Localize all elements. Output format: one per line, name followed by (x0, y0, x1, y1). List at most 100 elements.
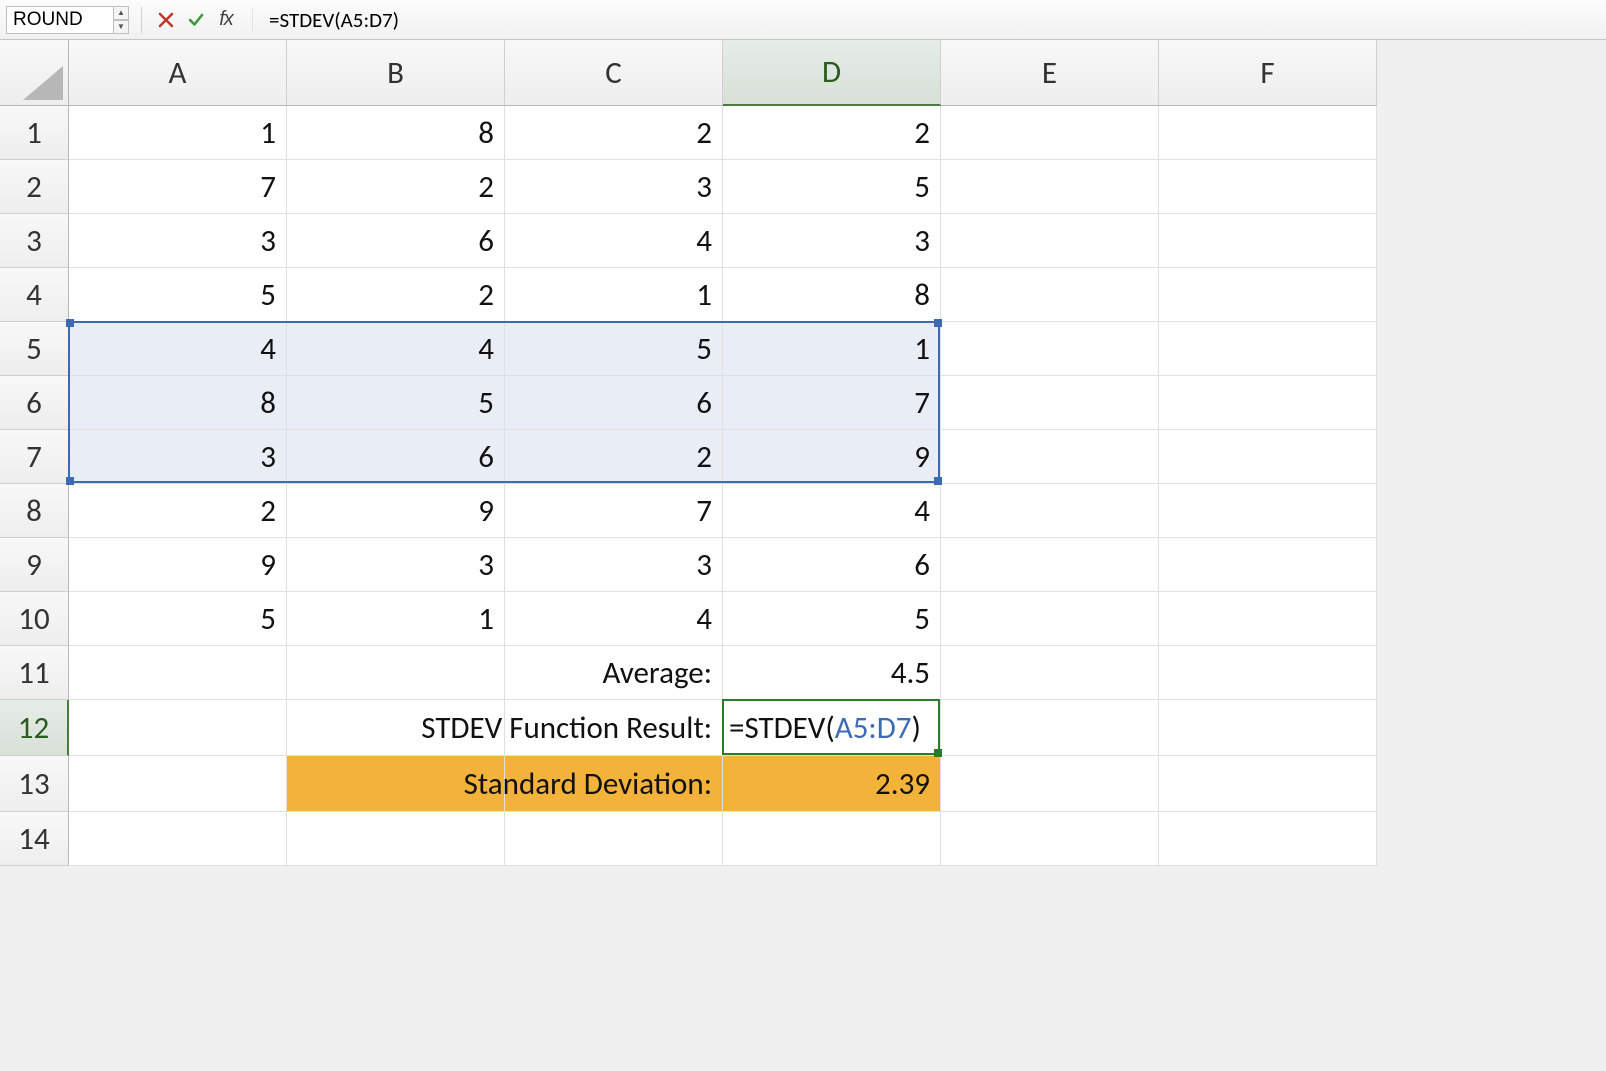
cell-D2[interactable]: 5 (723, 160, 941, 214)
cell-A8[interactable]: 2 (69, 484, 287, 538)
cell-F8[interactable] (1159, 484, 1377, 538)
cell-C3[interactable]: 4 (505, 214, 723, 268)
row-header-9[interactable]: 9 (0, 538, 69, 592)
cell-D4[interactable]: 8 (723, 268, 941, 322)
cell-E11[interactable] (941, 646, 1159, 700)
row-header-7[interactable]: 7 (0, 430, 69, 484)
cell-C11[interactable]: Average: (505, 646, 723, 700)
cell-E4[interactable] (941, 268, 1159, 322)
cell-E14[interactable] (941, 812, 1159, 866)
name-box-up-icon[interactable]: ▲ (113, 6, 129, 20)
cell-D8[interactable]: 4 (723, 484, 941, 538)
cell-C8[interactable]: 7 (505, 484, 723, 538)
cell-A13[interactable] (69, 756, 287, 812)
cell-D7[interactable]: 9 (723, 430, 941, 484)
row-header-11[interactable]: 11 (0, 646, 69, 700)
cell-A14[interactable] (69, 812, 287, 866)
cell-F10[interactable] (1159, 592, 1377, 646)
cell-E3[interactable] (941, 214, 1159, 268)
cell-A12[interactable] (69, 700, 287, 756)
cell-B12[interactable] (287, 700, 505, 756)
cell-grid[interactable]: 1822723536435218445185673629297493365145… (69, 106, 1377, 866)
cell-B3[interactable]: 6 (287, 214, 505, 268)
cell-C12[interactable]: STDEV Function Result: (505, 700, 723, 756)
cell-A10[interactable]: 5 (69, 592, 287, 646)
cell-E13[interactable] (941, 756, 1159, 812)
cell-C5[interactable]: 5 (505, 322, 723, 376)
cancel-button[interactable] (154, 8, 178, 32)
cell-C1[interactable]: 2 (505, 106, 723, 160)
cell-F12[interactable] (1159, 700, 1377, 756)
cell-C13[interactable]: Standard Deviation: (505, 756, 723, 812)
column-header-E[interactable]: E (941, 40, 1159, 106)
name-box[interactable] (6, 6, 114, 34)
cell-D9[interactable]: 6 (723, 538, 941, 592)
cell-E6[interactable] (941, 376, 1159, 430)
cell-E7[interactable] (941, 430, 1159, 484)
cell-C10[interactable]: 4 (505, 592, 723, 646)
cell-B14[interactable] (287, 812, 505, 866)
cell-E5[interactable] (941, 322, 1159, 376)
column-header-D[interactable]: D (723, 40, 941, 106)
cell-A1[interactable]: 1 (69, 106, 287, 160)
cell-E9[interactable] (941, 538, 1159, 592)
cell-B7[interactable]: 6 (287, 430, 505, 484)
cell-B2[interactable]: 2 (287, 160, 505, 214)
cell-E12[interactable] (941, 700, 1159, 756)
cell-D1[interactable]: 2 (723, 106, 941, 160)
select-all-corner[interactable] (0, 40, 69, 106)
row-header-12[interactable]: 12 (0, 700, 69, 756)
cell-B1[interactable]: 8 (287, 106, 505, 160)
cell-E10[interactable] (941, 592, 1159, 646)
cell-D14[interactable] (723, 812, 941, 866)
cell-D5[interactable]: 1 (723, 322, 941, 376)
cell-F6[interactable] (1159, 376, 1377, 430)
row-header-4[interactable]: 4 (0, 268, 69, 322)
cell-B6[interactable]: 5 (287, 376, 505, 430)
cell-B4[interactable]: 2 (287, 268, 505, 322)
cell-B10[interactable]: 1 (287, 592, 505, 646)
fx-button[interactable]: fx (214, 8, 238, 32)
row-header-3[interactable]: 3 (0, 214, 69, 268)
row-header-2[interactable]: 2 (0, 160, 69, 214)
cell-C7[interactable]: 2 (505, 430, 723, 484)
cell-F7[interactable] (1159, 430, 1377, 484)
cell-D10[interactable]: 5 (723, 592, 941, 646)
cell-C9[interactable]: 3 (505, 538, 723, 592)
cell-B13[interactable] (287, 756, 505, 812)
row-header-10[interactable]: 10 (0, 592, 69, 646)
cell-F1[interactable] (1159, 106, 1377, 160)
cell-D12[interactable]: =STDEV(A5:D7) (723, 700, 941, 756)
cell-A4[interactable]: 5 (69, 268, 287, 322)
cell-B5[interactable]: 4 (287, 322, 505, 376)
cell-C4[interactable]: 1 (505, 268, 723, 322)
row-header-1[interactable]: 1 (0, 106, 69, 160)
cell-F14[interactable] (1159, 812, 1377, 866)
cell-A3[interactable]: 3 (69, 214, 287, 268)
column-header-C[interactable]: C (505, 40, 723, 106)
row-header-14[interactable]: 14 (0, 812, 69, 866)
cell-D13[interactable]: 2.39 (723, 756, 941, 812)
cell-E1[interactable] (941, 106, 1159, 160)
cell-B8[interactable]: 9 (287, 484, 505, 538)
row-header-13[interactable]: 13 (0, 756, 69, 812)
cell-A6[interactable]: 8 (69, 376, 287, 430)
cell-A9[interactable]: 9 (69, 538, 287, 592)
cell-B9[interactable]: 3 (287, 538, 505, 592)
cell-A11[interactable] (69, 646, 287, 700)
cell-B11[interactable] (287, 646, 505, 700)
row-header-6[interactable]: 6 (0, 376, 69, 430)
row-header-5[interactable]: 5 (0, 322, 69, 376)
cell-F9[interactable] (1159, 538, 1377, 592)
formula-bar-input[interactable] (263, 6, 1600, 34)
column-header-A[interactable]: A (69, 40, 287, 106)
row-header-8[interactable]: 8 (0, 484, 69, 538)
cell-E8[interactable] (941, 484, 1159, 538)
cell-F3[interactable] (1159, 214, 1377, 268)
cell-F11[interactable] (1159, 646, 1377, 700)
cell-F4[interactable] (1159, 268, 1377, 322)
column-header-B[interactable]: B (287, 40, 505, 106)
cell-F13[interactable] (1159, 756, 1377, 812)
name-box-stepper[interactable]: ▲ ▼ (113, 6, 129, 34)
cell-C6[interactable]: 6 (505, 376, 723, 430)
